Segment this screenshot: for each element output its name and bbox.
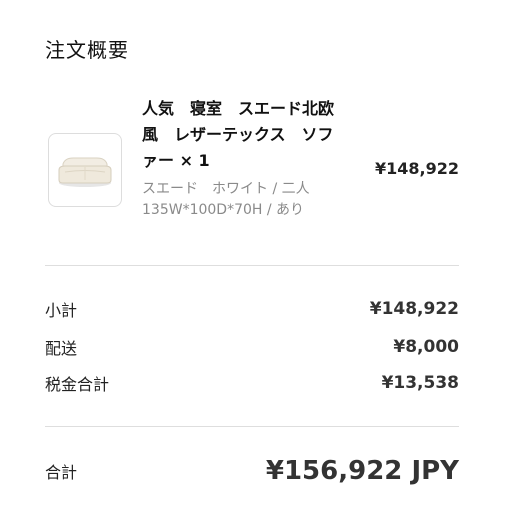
item-variant: スエード ホワイト / 二人 135W*100D*70H / あり	[142, 181, 324, 218]
total-value: ¥156,922 JPY	[265, 456, 459, 486]
total-row: 合計 ¥156,922 JPY	[45, 454, 459, 488]
subtotal-value: ¥148,922	[369, 299, 459, 319]
subtotal-label: 小計	[45, 301, 78, 320]
tax-value: ¥13,538	[381, 373, 459, 393]
item-info: 人気 寝室 スエード北欧風 レザーテックス ソファー × 1 スエード ホワイト…	[142, 96, 340, 221]
shipping-row: 配送 ¥8,000	[45, 336, 459, 358]
line-item: 人気 寝室 スエード北欧風 レザーテックス ソファー × 1 スエード ホワイト…	[45, 96, 459, 246]
divider	[45, 426, 459, 427]
divider	[45, 265, 459, 266]
shipping-label: 配送	[45, 339, 78, 358]
tax-label: 税金合計	[45, 375, 110, 394]
product-thumbnail[interactable]	[48, 133, 122, 207]
sofa-icon	[58, 157, 112, 187]
total-label: 合計	[45, 463, 78, 482]
item-name[interactable]: 人気 寝室 スエード北欧風 レザーテックス ソファー × 1	[142, 96, 340, 174]
shipping-value: ¥8,000	[393, 337, 459, 357]
order-summary-title: 注文概要	[45, 38, 129, 62]
subtotal-row: 小計 ¥148,922	[45, 298, 459, 320]
item-price: ¥148,922	[374, 159, 459, 178]
tax-row: 税金合計 ¥13,538	[45, 372, 459, 394]
